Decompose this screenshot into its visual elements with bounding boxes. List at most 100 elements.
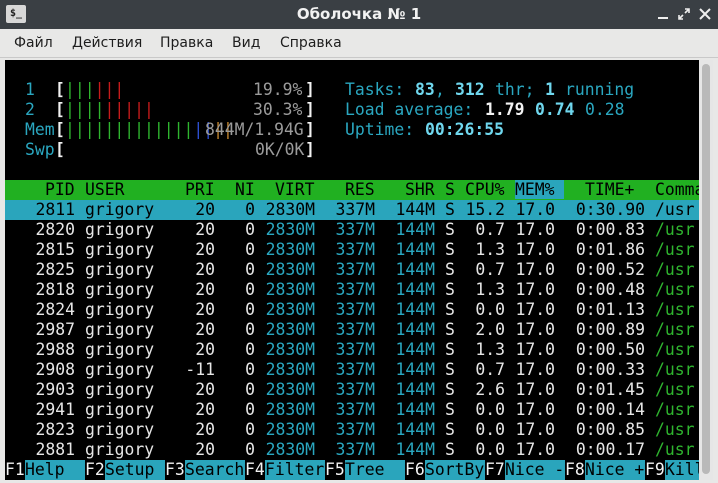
process-user: grigory — [85, 240, 155, 259]
col-pid[interactable]: PID — [45, 180, 75, 199]
process-ni: 0 — [245, 280, 255, 299]
process-res: 337M — [335, 240, 375, 259]
process-cmd: /usr — [655, 240, 695, 259]
process-s: S — [445, 240, 455, 259]
process-pid: 2988 — [35, 340, 75, 359]
col-mem[interactable]: MEM% — [515, 180, 565, 199]
fkey-f3[interactable]: F3 — [165, 460, 185, 480]
process-row[interactable]: 2881 grigory 20 0 2830M 337M 144M S 0.0 17.0 0:00.… — [5, 440, 699, 460]
process-time: 0:00.89 — [575, 320, 645, 339]
process-row[interactable]: 2815 grigory 20 0 2830M 337M 144M S 1.3 17.0 0:01.… — [5, 240, 699, 260]
process-res: 337M — [335, 340, 375, 359]
terminal-area[interactable]: 1 [ |||||| 19.9% ] 2 [ ||||||||| 30.3% ]… — [5, 60, 713, 480]
process-cpu: 0.7 — [475, 260, 505, 279]
fkey-f9-label[interactable]: Kill — [665, 460, 699, 480]
scrollbar[interactable] — [699, 60, 713, 480]
process-cmd: /usr — [655, 400, 695, 419]
close-icon[interactable] — [698, 7, 712, 21]
fkey-f5[interactable]: F5 — [325, 460, 345, 480]
process-mem: 17.0 — [515, 380, 555, 399]
process-shr: 144M — [395, 220, 435, 239]
process-s: S — [445, 380, 455, 399]
process-time: 0:30.90 — [575, 200, 645, 219]
title-bar[interactable]: $_ Оболочка № 1 — [0, 0, 718, 29]
process-cpu: 2.6 — [475, 380, 505, 399]
fkey-f9[interactable]: F9 — [645, 460, 665, 480]
process-row[interactable]: 2824 grigory 20 0 2830M 337M 144M S 0.0 17.0 0:01.… — [5, 300, 699, 320]
process-row[interactable]: 2825 grigory 20 0 2830M 337M 144M S 0.7 17.0 0:00.… — [5, 260, 699, 280]
col-ni[interactable]: NI — [235, 180, 255, 199]
scrollbar-thumb[interactable] — [702, 64, 710, 474]
process-shr: 144M — [395, 420, 435, 439]
function-key-bar: F1 Help F2 Setup F3 Search F4 Filter F5 Tree F6 Sor… — [5, 460, 699, 480]
fkey-f7-label[interactable]: Nice - — [505, 460, 565, 480]
fkey-f8[interactable]: F8 — [565, 460, 585, 480]
process-cpu: 1.3 — [475, 280, 505, 299]
menu-view[interactable]: Вид — [232, 29, 260, 58]
col-time[interactable]: TIME+ — [585, 180, 634, 199]
fkey-f1[interactable]: F1 — [5, 460, 25, 480]
cpu2-percent: 30.3% — [253, 100, 303, 119]
maximize-icon[interactable] — [677, 7, 691, 21]
process-user: grigory — [85, 260, 155, 279]
col-res[interactable]: RES — [345, 180, 375, 199]
process-time: 0:00.85 — [575, 420, 645, 439]
process-row[interactable]: 2811 grigory 20 0 2830M 337M 144M S 15.2 17.0 0:30… — [5, 200, 699, 220]
process-cmd: /usr — [655, 420, 695, 439]
mem-text: 844M/1.94G — [205, 120, 304, 139]
process-cpu: 0.0 — [475, 440, 505, 459]
col-pri[interactable]: PRI — [185, 180, 215, 199]
col-user[interactable]: USER — [85, 180, 124, 199]
fkey-f1-label[interactable]: Help — [25, 460, 85, 480]
process-pid: 2903 — [35, 380, 75, 399]
process-res: 337M — [335, 360, 375, 379]
minimize-icon[interactable] — [656, 7, 670, 21]
fkey-f5-label[interactable]: Tree — [345, 460, 405, 480]
process-user: grigory — [85, 280, 155, 299]
col-shr[interactable]: SHR — [405, 180, 435, 199]
col-cpu[interactable]: CPU% — [465, 180, 504, 199]
fkey-f8-label[interactable]: Nice + — [585, 460, 645, 480]
process-time: 0:00.17 — [575, 440, 645, 459]
menu-actions[interactable]: Действия — [72, 29, 142, 58]
fkey-f6[interactable]: F6 — [405, 460, 425, 480]
process-ni: 0 — [245, 380, 255, 399]
process-cmd: /usr — [655, 380, 695, 399]
fkey-f4-label[interactable]: Filter — [265, 460, 325, 480]
process-row[interactable]: 2908 grigory -11 0 2830M 337M 144M S 0.7 17.0 0:00… — [5, 360, 699, 380]
fkey-f6-label[interactable]: SortBy — [425, 460, 485, 480]
process-pri: 20 — [195, 400, 215, 419]
process-row[interactable]: 2988 grigory 20 0 2830M 337M 144M S 1.3 17.0 0:00.… — [5, 340, 699, 360]
process-virt: 2830M — [265, 380, 315, 399]
fkey-f2-label[interactable]: Setup — [105, 460, 165, 480]
process-row[interactable]: 2987 grigory 20 0 2830M 337M 144M S 2.0 17.0 0:00.… — [5, 320, 699, 340]
process-row[interactable]: 2820 grigory 20 0 2830M 337M 144M S 0.7 17.0 0:00.… — [5, 220, 699, 240]
load-average-line: Load average: 1.79 0.74 0.28 — [345, 100, 625, 119]
menu-help[interactable]: Справка — [280, 29, 342, 58]
process-user: grigory — [85, 340, 155, 359]
process-cmd: /usr — [655, 220, 695, 239]
process-row[interactable]: 2818 grigory 20 0 2830M 337M 144M S 1.3 17.0 0:00.… — [5, 280, 699, 300]
process-cpu: 0.0 — [475, 420, 505, 439]
process-cmd: /usr — [655, 280, 695, 299]
menu-file[interactable]: Файл — [14, 29, 53, 58]
process-row[interactable]: 2903 grigory 20 0 2830M 337M 144M S 2.6 17.0 0:01.… — [5, 380, 699, 400]
process-pri: -11 — [185, 360, 215, 379]
fkey-f7[interactable]: F7 — [485, 460, 505, 480]
process-time: 0:00.14 — [575, 400, 645, 419]
process-pid: 2908 — [35, 360, 75, 379]
process-res: 337M — [335, 280, 375, 299]
col-s[interactable]: S — [445, 180, 455, 199]
fkey-f4[interactable]: F4 — [245, 460, 265, 480]
process-ni: 0 — [245, 440, 255, 459]
window-title: Оболочка № 1 — [296, 5, 422, 23]
process-row[interactable]: 2823 grigory 20 0 2830M 337M 144M S 0.0 17.0 0:00.… — [5, 420, 699, 440]
menu-edit[interactable]: Правка — [160, 29, 213, 58]
process-row[interactable]: 2941 grigory 20 0 2830M 337M 144M S 0.0 17.0 0:00.… — [5, 400, 699, 420]
process-time: 0:01.13 — [575, 300, 645, 319]
process-shr: 144M — [395, 240, 435, 259]
process-user: grigory — [85, 420, 155, 439]
fkey-f3-label[interactable]: Search — [185, 460, 245, 480]
col-virt[interactable]: VIRT — [275, 180, 314, 199]
fkey-f2[interactable]: F2 — [85, 460, 105, 480]
